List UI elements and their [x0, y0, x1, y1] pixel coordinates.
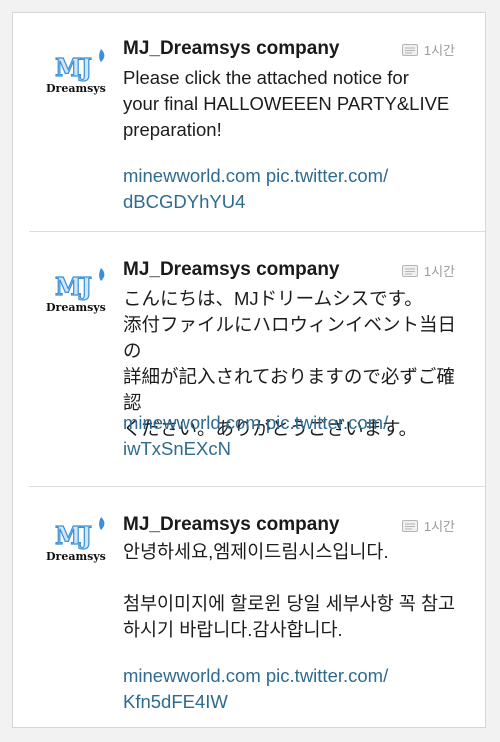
- conversation-icon: [401, 520, 418, 532]
- tweet-text: 안녕하세요,엠제이드림시스입니다. 첨부이미지에 할로윈 당일 세부사항 꼭 참…: [123, 541, 456, 640]
- tweet-time: 1시간: [401, 40, 455, 59]
- tweet-time-label: 1시간: [423, 519, 455, 534]
- tweet-link[interactable]: minewworld.com pic.twitter.com/ Kfn5dFE4…: [123, 663, 473, 715]
- tweet-link[interactable]: minewworld.com pic.twitter.com/ dBCGDYhY…: [123, 163, 473, 215]
- tweet-link[interactable]: minewworld.com pic.twitter.com/ iwTxSnEX…: [123, 410, 473, 462]
- avatar-logo-sub: Dreamsys: [46, 550, 106, 563]
- avatar-logo-sub: Dreamsys: [46, 301, 106, 314]
- logo-drop-icon: [99, 268, 105, 281]
- avatar-logo-text: MJ: [54, 521, 92, 550]
- tweet-author[interactable]: MJ_Dreamsys company: [123, 259, 340, 281]
- avatar[interactable]: MJ Dreamsys: [43, 517, 115, 573]
- avatar[interactable]: MJ Dreamsys: [43, 49, 115, 105]
- tweet-time: 1시간: [401, 261, 455, 280]
- conversation-icon: [401, 265, 418, 277]
- tweet-item[interactable]: MJ Dreamsys MJ_Dreamsys company 1시간 こんにち…: [13, 232, 485, 486]
- tweet-author[interactable]: MJ_Dreamsys company: [123, 514, 340, 536]
- tweet-text: Please click the attached notice for you…: [123, 67, 450, 140]
- tweet-item[interactable]: MJ Dreamsys MJ_Dreamsys company 1시간 안녕하세…: [13, 487, 485, 727]
- conversation-icon: [401, 44, 418, 56]
- avatar-logo-sub: Dreamsys: [46, 82, 106, 95]
- avatar-logo-text: MJ: [54, 272, 92, 301]
- tweet-time: 1시간: [401, 516, 455, 535]
- avatar[interactable]: MJ Dreamsys: [43, 268, 115, 324]
- avatar-logo-text: MJ: [54, 53, 92, 82]
- logo-drop-icon: [99, 49, 105, 62]
- tweet-item[interactable]: MJ Dreamsys MJ_Dreamsys company 1시간 Plea…: [13, 13, 485, 231]
- logo-drop-icon: [99, 517, 105, 530]
- tweet-time-label: 1시간: [423, 264, 455, 279]
- tweet-author[interactable]: MJ_Dreamsys company: [123, 38, 340, 60]
- tweet-list: MJ Dreamsys MJ_Dreamsys company 1시간 Plea…: [12, 12, 486, 728]
- tweet-time-label: 1시간: [423, 43, 455, 58]
